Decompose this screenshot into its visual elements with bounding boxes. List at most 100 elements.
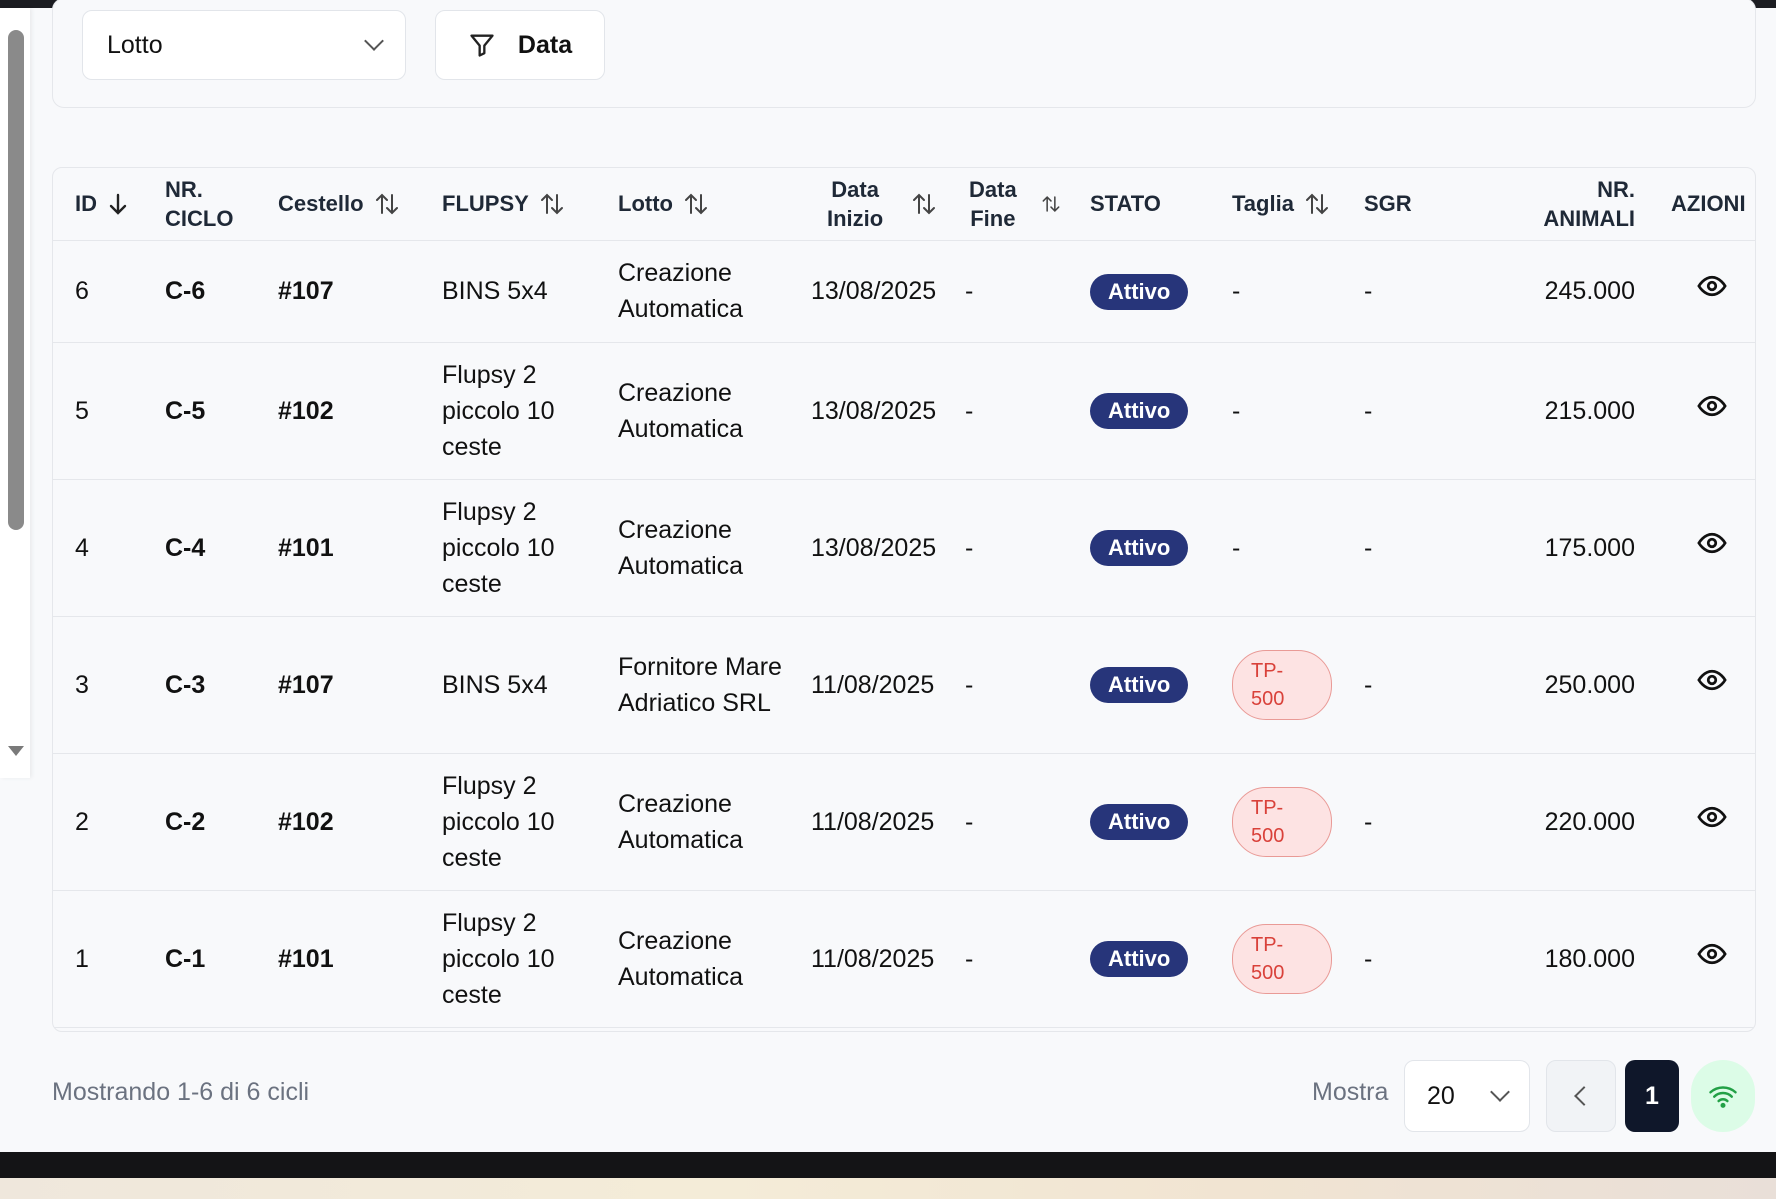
cell-azioni [1671,240,1755,343]
taglia-value: - [1232,277,1241,305]
cell-flupsy: Flupsy 2 piccolo 10 ceste [434,479,610,617]
cell-ciclo: C-1 [157,890,270,1028]
cell-lotto: Creazione Automatica [610,753,797,891]
cell-id: 6 [53,240,157,343]
status-badge: Attivo [1090,667,1189,703]
header-cestello[interactable]: Cestello [270,168,434,241]
sort-icon [540,193,563,215]
eye-icon[interactable] [1697,271,1727,311]
cell-cestello: #102 [270,342,434,480]
cell-flupsy: BINS 5x4 [434,616,610,754]
header-sgr: SGR [1356,168,1436,241]
cell-stato: Attivo [1082,753,1224,891]
cell-data-inizio: 11/08/2025 [797,890,957,1028]
cell-data-inizio: 13/08/2025 [797,342,957,480]
page-size-label: Mostra [1312,1078,1389,1106]
cell-taglia: - [1224,479,1356,617]
table-row: 2 C-2 #102 Flupsy 2 piccolo 10 ceste Cre… [53,753,1755,891]
sort-icon [1305,193,1328,215]
table-row: 3 C-3 #107 BINS 5x4 Fornitore Mare Adria… [53,616,1755,754]
page-1-button[interactable]: 1 [1625,1060,1679,1132]
cell-sgr: - [1356,753,1436,891]
cell-cestello: #107 [270,616,434,754]
cell-data-inizio: 11/08/2025 [797,753,957,891]
cell-taglia: TP-500 [1224,753,1356,891]
header-stato: STATO [1082,168,1224,241]
cell-animali: 175.000 [1436,479,1671,617]
data-filter-button[interactable]: Data [435,10,605,80]
header-nr-animali: NR. ANIMALI [1436,168,1671,241]
cell-data-fine: - [957,479,1082,617]
lotto-select[interactable]: Lotto [82,10,406,80]
cell-ciclo: C-5 [157,342,270,480]
table-row: 6 C-6 #107 BINS 5x4 Creazione Automatica… [53,240,1755,343]
cell-azioni [1671,753,1755,891]
table-row: 4 C-4 #101 Flupsy 2 piccolo 10 ceste Cre… [53,479,1755,617]
cell-taglia: TP-500 [1224,616,1356,754]
cell-sgr: - [1356,342,1436,480]
status-badge: Attivo [1090,393,1189,429]
chevron-down-icon [1490,1082,1510,1102]
cell-sgr: - [1356,240,1436,343]
cell-cestello: #101 [270,890,434,1028]
connection-status-button[interactable] [1691,1060,1755,1132]
chevron-down-icon [364,31,384,51]
scrollbar-thumb[interactable] [8,30,24,530]
cell-data-fine: - [957,616,1082,754]
prev-page-button[interactable] [1546,1060,1616,1132]
cell-animali: 180.000 [1436,890,1671,1028]
eye-icon[interactable] [1697,802,1727,842]
scroll-down-arrow[interactable] [8,746,24,756]
header-nr-ciclo: NR. CICLO [157,168,270,241]
cell-taglia: TP-500 [1224,890,1356,1028]
data-filter-label: Data [517,30,573,59]
cell-azioni [1671,479,1755,617]
cell-animali: 245.000 [1436,240,1671,343]
page-size-select[interactable]: 20 [1404,1060,1530,1132]
wifi-icon [1709,1086,1737,1108]
cicli-table: ID NR. CICLO Cestello FLUPSY Lotto Data … [52,167,1756,1032]
header-azioni: AZIONI [1671,168,1755,241]
status-badge: Attivo [1090,273,1189,310]
cell-cestello: #101 [270,479,434,617]
header-id[interactable]: ID [53,168,157,241]
cell-ciclo: C-3 [157,616,270,754]
cell-id: 1 [53,890,157,1028]
chevron-left-icon [1574,1086,1594,1106]
status-badge: Attivo [1090,804,1189,840]
eye-icon[interactable] [1697,528,1727,568]
cell-azioni [1671,342,1755,480]
cell-ciclo: C-6 [157,240,270,343]
eye-icon[interactable] [1697,391,1727,431]
cell-animali: 215.000 [1436,342,1671,480]
header-data-fine[interactable]: Data Fine [957,168,1082,241]
cell-ciclo: C-2 [157,753,270,891]
eye-icon[interactable] [1697,665,1727,705]
sort-desc-icon [109,193,127,215]
eye-icon[interactable] [1697,939,1727,979]
cell-data-fine: - [957,890,1082,1028]
cell-data-fine: - [957,753,1082,891]
cell-cestello: #102 [270,753,434,891]
cell-ciclo: C-4 [157,479,270,617]
cell-animali: 220.000 [1436,753,1671,891]
cell-stato: Attivo [1082,479,1224,617]
cell-id: 4 [53,479,157,617]
cell-taglia: - [1224,342,1356,480]
cell-flupsy: Flupsy 2 piccolo 10 ceste [434,342,610,480]
lotto-select-value: Lotto [107,30,163,59]
cell-id: 5 [53,342,157,480]
header-flupsy[interactable]: FLUPSY [434,168,610,241]
header-data-inizio[interactable]: Data Inizio [797,168,957,241]
cell-azioni [1671,890,1755,1028]
sort-icon [684,193,707,215]
sort-icon [1042,195,1060,212]
header-lotto[interactable]: Lotto [610,168,797,241]
cell-stato: Attivo [1082,240,1224,343]
table-row: 5 C-5 #102 Flupsy 2 piccolo 10 ceste Cre… [53,342,1755,480]
cell-lotto: Fornitore Mare Adriatico SRL [610,616,797,754]
header-taglia[interactable]: Taglia [1224,168,1356,241]
status-badge: Attivo [1090,530,1189,566]
cell-cestello: #107 [270,240,434,343]
cell-flupsy: Flupsy 2 piccolo 10 ceste [434,753,610,891]
